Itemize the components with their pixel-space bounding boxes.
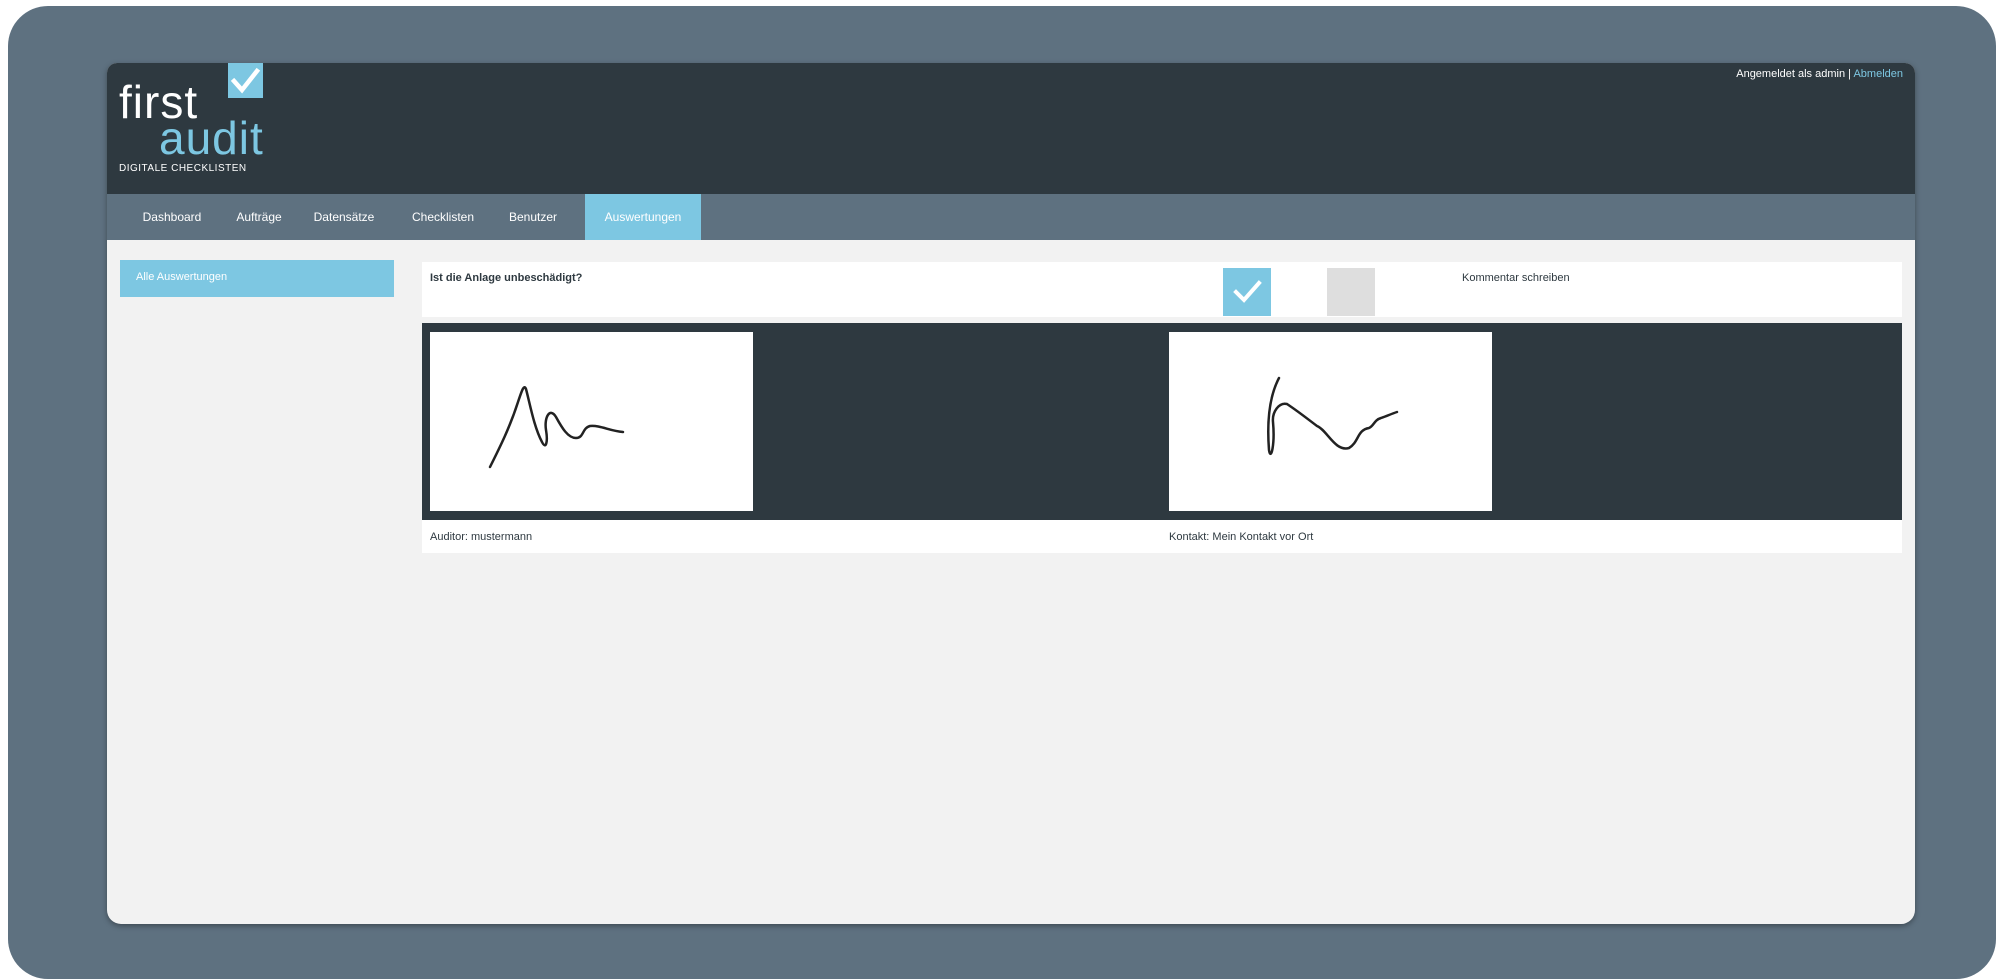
logo-tagline: DIGITALE CHECKLISTEN bbox=[119, 163, 247, 174]
answer-yes-checkbox[interactable] bbox=[1223, 268, 1271, 316]
nav-auftraege[interactable]: Aufträge bbox=[226, 194, 292, 240]
header: first audit DIGITALE CHECKLISTEN Angemel… bbox=[107, 63, 1915, 194]
nav-auswertungen[interactable]: Auswertungen bbox=[585, 194, 701, 240]
signature-captions: Auditor: mustermann Kontakt: Mein Kontak… bbox=[422, 520, 1902, 553]
question-row: Ist die Anlage unbeschädigt? Kommentar s… bbox=[422, 262, 1902, 317]
logo-audit-text: audit bbox=[159, 112, 264, 164]
nav-benutzer[interactable]: Benutzer bbox=[497, 194, 569, 240]
checkmark-icon bbox=[228, 63, 263, 98]
logout-link[interactable]: Abmelden bbox=[1853, 68, 1903, 80]
nav-datensaetze[interactable]: Datensätze bbox=[300, 194, 388, 240]
sidebar-item-alle-auswertungen[interactable]: Alle Auswertungen bbox=[120, 260, 394, 297]
checkmark-icon bbox=[1233, 280, 1262, 303]
nav-dashboard[interactable]: Dashboard bbox=[132, 194, 212, 240]
device-frame: first audit DIGITALE CHECKLISTEN Angemel… bbox=[8, 6, 1996, 979]
logged-in-text: Angemeldet als admin | bbox=[1736, 68, 1851, 80]
auditor-signature bbox=[430, 332, 753, 511]
logo[interactable]: first audit DIGITALE CHECKLISTEN bbox=[119, 63, 279, 188]
auditor-caption: Auditor: mustermann bbox=[430, 531, 533, 543]
answer-no-checkbox[interactable] bbox=[1327, 268, 1375, 316]
signature-strip bbox=[422, 323, 1902, 520]
app-window: first audit DIGITALE CHECKLISTEN Angemel… bbox=[107, 63, 1915, 924]
signature-drawing bbox=[488, 385, 625, 469]
contact-signature bbox=[1169, 332, 1492, 511]
question-text: Ist die Anlage unbeschädigt? bbox=[430, 272, 583, 284]
user-status: Angemeldet als admin | Abmelden bbox=[1736, 68, 1903, 80]
nav-checklisten[interactable]: Checklisten bbox=[397, 194, 489, 240]
contact-caption: Kontakt: Mein Kontakt vor Ort bbox=[1169, 531, 1314, 543]
comment-link[interactable]: Kommentar schreiben bbox=[1462, 272, 1570, 284]
signature-drawing bbox=[1267, 376, 1399, 456]
main-nav: Dashboard Aufträge Datensätze Checkliste… bbox=[107, 194, 1915, 240]
